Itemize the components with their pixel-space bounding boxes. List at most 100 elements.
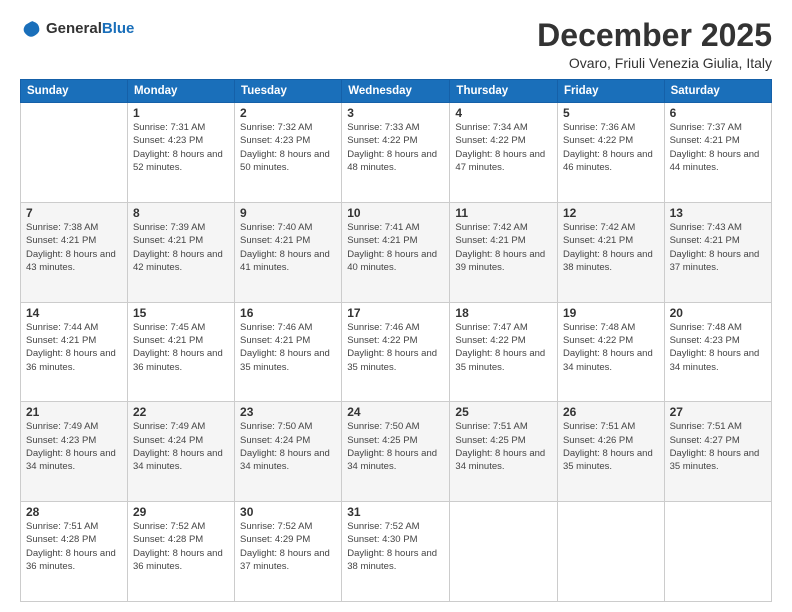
day-info: Sunrise: 7:52 AM Sunset: 4:28 PM Dayligh… — [133, 520, 229, 573]
day-info: Sunrise: 7:42 AM Sunset: 4:21 PM Dayligh… — [563, 221, 659, 274]
calendar-cell: 1Sunrise: 7:31 AM Sunset: 4:23 PM Daylig… — [127, 103, 234, 203]
calendar-cell: 17Sunrise: 7:46 AM Sunset: 4:22 PM Dayli… — [342, 302, 450, 402]
day-info: Sunrise: 7:39 AM Sunset: 4:21 PM Dayligh… — [133, 221, 229, 274]
day-number: 12 — [563, 206, 659, 220]
calendar-cell — [450, 502, 558, 602]
day-number: 18 — [455, 306, 552, 320]
day-info: Sunrise: 7:31 AM Sunset: 4:23 PM Dayligh… — [133, 121, 229, 174]
day-info: Sunrise: 7:52 AM Sunset: 4:30 PM Dayligh… — [347, 520, 444, 573]
day-number: 20 — [670, 306, 766, 320]
calendar-header-row: Sunday Monday Tuesday Wednesday Thursday… — [21, 80, 772, 103]
day-number: 24 — [347, 405, 444, 419]
day-number: 2 — [240, 106, 336, 120]
day-info: Sunrise: 7:52 AM Sunset: 4:29 PM Dayligh… — [240, 520, 336, 573]
day-info: Sunrise: 7:37 AM Sunset: 4:21 PM Dayligh… — [670, 121, 766, 174]
calendar-week-row: 28Sunrise: 7:51 AM Sunset: 4:28 PM Dayli… — [21, 502, 772, 602]
calendar-cell: 12Sunrise: 7:42 AM Sunset: 4:21 PM Dayli… — [557, 202, 664, 302]
calendar-cell: 18Sunrise: 7:47 AM Sunset: 4:22 PM Dayli… — [450, 302, 558, 402]
day-info: Sunrise: 7:51 AM Sunset: 4:27 PM Dayligh… — [670, 420, 766, 473]
day-number: 13 — [670, 206, 766, 220]
day-info: Sunrise: 7:41 AM Sunset: 4:21 PM Dayligh… — [347, 221, 444, 274]
day-number: 29 — [133, 505, 229, 519]
calendar-cell: 26Sunrise: 7:51 AM Sunset: 4:26 PM Dayli… — [557, 402, 664, 502]
calendar-cell: 27Sunrise: 7:51 AM Sunset: 4:27 PM Dayli… — [664, 402, 771, 502]
day-number: 26 — [563, 405, 659, 419]
calendar-cell — [21, 103, 128, 203]
calendar-cell: 9Sunrise: 7:40 AM Sunset: 4:21 PM Daylig… — [235, 202, 342, 302]
logo: GeneralBlue — [20, 18, 134, 40]
day-info: Sunrise: 7:47 AM Sunset: 4:22 PM Dayligh… — [455, 321, 552, 374]
calendar-cell: 2Sunrise: 7:32 AM Sunset: 4:23 PM Daylig… — [235, 103, 342, 203]
calendar-week-row: 14Sunrise: 7:44 AM Sunset: 4:21 PM Dayli… — [21, 302, 772, 402]
calendar-week-row: 21Sunrise: 7:49 AM Sunset: 4:23 PM Dayli… — [21, 402, 772, 502]
title-block: December 2025 Ovaro, Friuli Venezia Giul… — [537, 18, 772, 71]
calendar-cell: 6Sunrise: 7:37 AM Sunset: 4:21 PM Daylig… — [664, 103, 771, 203]
day-number: 6 — [670, 106, 766, 120]
calendar-week-row: 7Sunrise: 7:38 AM Sunset: 4:21 PM Daylig… — [21, 202, 772, 302]
page: GeneralBlue December 2025 Ovaro, Friuli … — [0, 0, 792, 612]
calendar-cell: 13Sunrise: 7:43 AM Sunset: 4:21 PM Dayli… — [664, 202, 771, 302]
day-info: Sunrise: 7:44 AM Sunset: 4:21 PM Dayligh… — [26, 321, 122, 374]
col-saturday: Saturday — [664, 80, 771, 103]
calendar-cell: 14Sunrise: 7:44 AM Sunset: 4:21 PM Dayli… — [21, 302, 128, 402]
day-number: 27 — [670, 405, 766, 419]
day-number: 25 — [455, 405, 552, 419]
calendar-cell — [557, 502, 664, 602]
day-info: Sunrise: 7:50 AM Sunset: 4:25 PM Dayligh… — [347, 420, 444, 473]
calendar-cell: 15Sunrise: 7:45 AM Sunset: 4:21 PM Dayli… — [127, 302, 234, 402]
day-info: Sunrise: 7:46 AM Sunset: 4:21 PM Dayligh… — [240, 321, 336, 374]
calendar-cell: 7Sunrise: 7:38 AM Sunset: 4:21 PM Daylig… — [21, 202, 128, 302]
logo-text-blue: Blue — [102, 20, 135, 37]
day-number: 17 — [347, 306, 444, 320]
day-number: 4 — [455, 106, 552, 120]
day-info: Sunrise: 7:51 AM Sunset: 4:26 PM Dayligh… — [563, 420, 659, 473]
calendar-cell: 10Sunrise: 7:41 AM Sunset: 4:21 PM Dayli… — [342, 202, 450, 302]
calendar-cell: 20Sunrise: 7:48 AM Sunset: 4:23 PM Dayli… — [664, 302, 771, 402]
col-friday: Friday — [557, 80, 664, 103]
day-number: 14 — [26, 306, 122, 320]
calendar-cell — [664, 502, 771, 602]
day-info: Sunrise: 7:40 AM Sunset: 4:21 PM Dayligh… — [240, 221, 336, 274]
calendar-cell: 29Sunrise: 7:52 AM Sunset: 4:28 PM Dayli… — [127, 502, 234, 602]
day-info: Sunrise: 7:33 AM Sunset: 4:22 PM Dayligh… — [347, 121, 444, 174]
col-monday: Monday — [127, 80, 234, 103]
calendar-cell: 22Sunrise: 7:49 AM Sunset: 4:24 PM Dayli… — [127, 402, 234, 502]
col-wednesday: Wednesday — [342, 80, 450, 103]
day-number: 1 — [133, 106, 229, 120]
logo-text-general: General — [46, 20, 102, 37]
day-info: Sunrise: 7:51 AM Sunset: 4:28 PM Dayligh… — [26, 520, 122, 573]
location-title: Ovaro, Friuli Venezia Giulia, Italy — [537, 55, 772, 71]
logo-icon — [20, 18, 42, 40]
header: GeneralBlue December 2025 Ovaro, Friuli … — [20, 18, 772, 71]
col-tuesday: Tuesday — [235, 80, 342, 103]
calendar-cell: 5Sunrise: 7:36 AM Sunset: 4:22 PM Daylig… — [557, 103, 664, 203]
day-info: Sunrise: 7:32 AM Sunset: 4:23 PM Dayligh… — [240, 121, 336, 174]
day-info: Sunrise: 7:45 AM Sunset: 4:21 PM Dayligh… — [133, 321, 229, 374]
col-thursday: Thursday — [450, 80, 558, 103]
day-number: 11 — [455, 206, 552, 220]
day-number: 30 — [240, 505, 336, 519]
day-info: Sunrise: 7:36 AM Sunset: 4:22 PM Dayligh… — [563, 121, 659, 174]
calendar-cell: 21Sunrise: 7:49 AM Sunset: 4:23 PM Dayli… — [21, 402, 128, 502]
day-number: 15 — [133, 306, 229, 320]
day-info: Sunrise: 7:48 AM Sunset: 4:22 PM Dayligh… — [563, 321, 659, 374]
day-number: 19 — [563, 306, 659, 320]
col-sunday: Sunday — [21, 80, 128, 103]
calendar-week-row: 1Sunrise: 7:31 AM Sunset: 4:23 PM Daylig… — [21, 103, 772, 203]
day-number: 8 — [133, 206, 229, 220]
day-info: Sunrise: 7:46 AM Sunset: 4:22 PM Dayligh… — [347, 321, 444, 374]
calendar-cell: 31Sunrise: 7:52 AM Sunset: 4:30 PM Dayli… — [342, 502, 450, 602]
day-number: 10 — [347, 206, 444, 220]
calendar-cell: 30Sunrise: 7:52 AM Sunset: 4:29 PM Dayli… — [235, 502, 342, 602]
calendar-cell: 24Sunrise: 7:50 AM Sunset: 4:25 PM Dayli… — [342, 402, 450, 502]
day-info: Sunrise: 7:50 AM Sunset: 4:24 PM Dayligh… — [240, 420, 336, 473]
day-number: 7 — [26, 206, 122, 220]
day-number: 23 — [240, 405, 336, 419]
day-number: 9 — [240, 206, 336, 220]
day-number: 3 — [347, 106, 444, 120]
day-info: Sunrise: 7:34 AM Sunset: 4:22 PM Dayligh… — [455, 121, 552, 174]
day-info: Sunrise: 7:42 AM Sunset: 4:21 PM Dayligh… — [455, 221, 552, 274]
calendar-cell: 28Sunrise: 7:51 AM Sunset: 4:28 PM Dayli… — [21, 502, 128, 602]
day-info: Sunrise: 7:38 AM Sunset: 4:21 PM Dayligh… — [26, 221, 122, 274]
day-info: Sunrise: 7:43 AM Sunset: 4:21 PM Dayligh… — [670, 221, 766, 274]
